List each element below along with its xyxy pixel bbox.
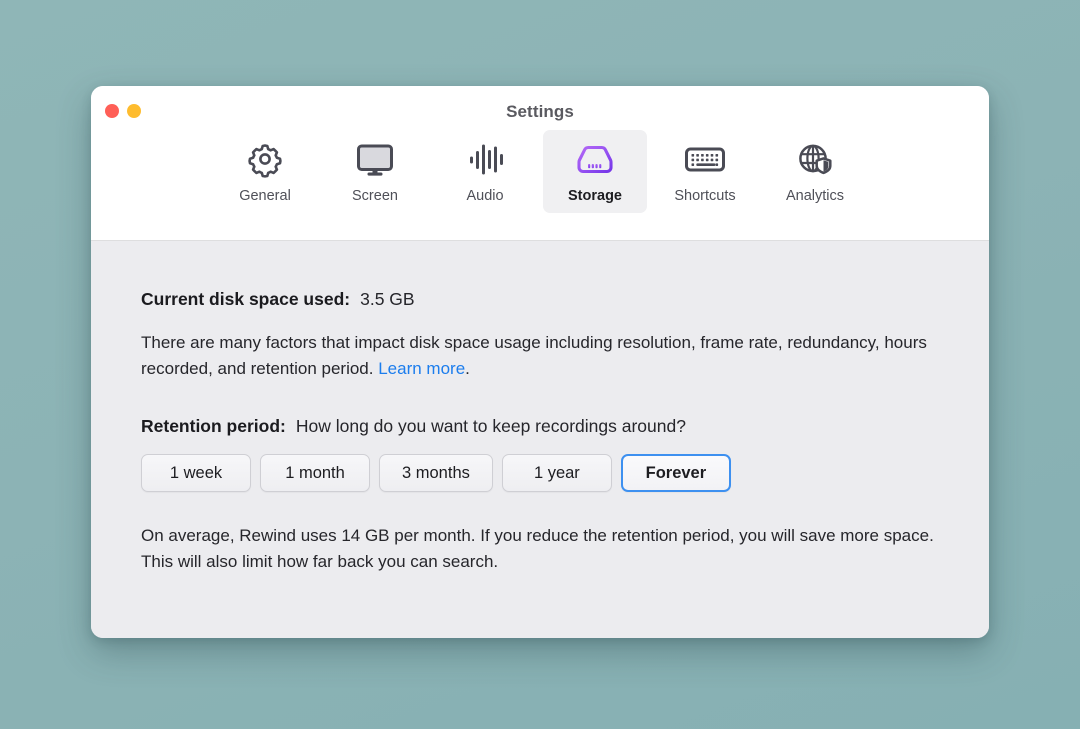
disk-usage-row: Current disk space used: 3.5 GB [141, 289, 939, 310]
description-text-after-link: . [465, 359, 470, 378]
tab-screen[interactable]: Screen [323, 130, 427, 213]
retention-option-1-year[interactable]: 1 year [501, 454, 612, 492]
tab-bar: General Screen Audio Storage Shortcuts A… [91, 130, 989, 213]
retention-period-row: Retention period: How long do you want t… [141, 416, 939, 437]
description-paragraph: There are many factors that impact disk … [141, 330, 939, 382]
disk-usage-label: Current disk space used: [141, 289, 351, 309]
waveform-icon [465, 138, 505, 180]
tab-storage-label: Storage [568, 188, 622, 204]
tab-audio-label: Audio [466, 188, 504, 204]
retention-period-options: 1 week 1 month 3 months 1 year Forever [141, 454, 939, 492]
globe-shield-icon [794, 138, 836, 180]
storage-settings-panel: Current disk space used: 3.5 GB There ar… [91, 241, 989, 638]
tab-analytics[interactable]: Analytics [763, 130, 867, 213]
retention-period-label: Retention period: [141, 416, 286, 436]
settings-window: Settings General Screen Audio Storage Sh… [91, 86, 989, 638]
tab-general-label: General [239, 188, 291, 204]
tab-analytics-label: Analytics [785, 188, 845, 204]
tab-shortcuts[interactable]: Shortcuts [653, 130, 757, 213]
tab-general[interactable]: General [213, 130, 317, 213]
retention-option-1-month[interactable]: 1 month [260, 454, 370, 492]
keyboard-icon [683, 138, 727, 180]
tab-audio[interactable]: Audio [433, 130, 537, 213]
retention-option-1-week[interactable]: 1 week [141, 454, 251, 492]
description-text-before-link: There are many factors that impact disk … [141, 333, 927, 378]
window-toolbar: Settings General Screen Audio Storage Sh… [91, 86, 989, 241]
retention-option-forever[interactable]: Forever [620, 454, 731, 492]
retention-period-question: How long do you want to keep recordings … [295, 416, 686, 436]
hard-drive-icon [574, 138, 616, 180]
tab-storage[interactable]: Storage [543, 130, 647, 213]
tab-screen-label: Screen [352, 188, 398, 204]
tab-shortcuts-label: Shortcuts [674, 188, 736, 204]
storage-footnote: On average, Rewind uses 14 GB per month.… [141, 526, 934, 571]
monitor-icon [354, 138, 396, 180]
learn-more-link[interactable]: Learn more [378, 359, 465, 378]
page-title: Settings [506, 102, 574, 121]
disk-usage-value: 3.5 GB [360, 289, 415, 309]
retention-option-3-months[interactable]: 3 months [379, 454, 493, 492]
gear-icon [245, 138, 285, 180]
desktop-background: Settings General Screen Audio Storage Sh… [0, 0, 1080, 729]
